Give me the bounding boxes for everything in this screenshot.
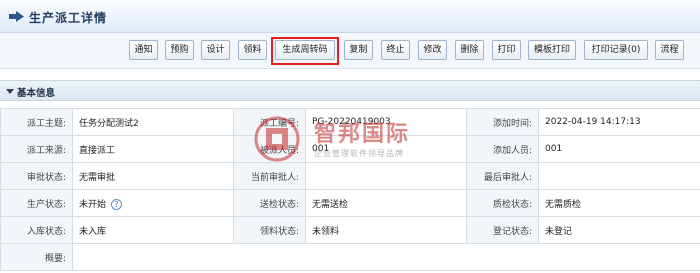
toolbar: 通知 预购 设计 领料 生成周转码 复制 终止 修改 删除 打印 模板打印 打印…	[0, 33, 700, 69]
section-title: 基本信息	[17, 88, 56, 99]
field-value: 未登记	[538, 216, 700, 244]
field-label: 添加人员:	[466, 135, 539, 163]
field-label: 当前审批人:	[233, 162, 306, 190]
notify-button[interactable]: 通知	[129, 40, 158, 60]
field-label: 派工编号:	[233, 108, 306, 136]
pick-material-button[interactable]: 领料	[238, 40, 267, 60]
table-row: 审批状态: 无需审批 当前审批人: 最后审批人:	[0, 162, 700, 190]
basic-info-table: 派工主题: 任务分配测试2 派工编号: PG-20220419003 添加时间:…	[0, 108, 700, 271]
terminate-button[interactable]: 终止	[381, 40, 410, 60]
field-value: 无需质检	[538, 189, 700, 217]
edit-button[interactable]: 修改	[418, 40, 447, 60]
field-label: 概要:	[0, 243, 73, 271]
print-button[interactable]: 打印	[492, 40, 521, 60]
field-value: 未领料	[305, 216, 467, 244]
arrow-right-icon	[9, 11, 24, 22]
print-record-button[interactable]: 打印记录(0)	[584, 40, 648, 60]
field-value	[72, 243, 700, 271]
template-print-button[interactable]: 模板打印	[528, 40, 576, 60]
field-label: 审批状态:	[0, 162, 73, 190]
field-value: 001	[305, 135, 467, 163]
field-value: 未开始	[79, 199, 107, 210]
table-row: 概要:	[0, 243, 700, 271]
field-label: 领料状态:	[233, 216, 306, 244]
table-row: 派工来源: 直接派工 被派人员: 001 添加人员: 001	[0, 135, 700, 163]
field-label: 登记状态:	[466, 216, 539, 244]
collapse-triangle-icon[interactable]	[6, 89, 14, 94]
field-value: 无需送检	[305, 189, 467, 217]
design-button[interactable]: 设计	[201, 40, 230, 60]
copy-button[interactable]: 复制	[344, 40, 373, 60]
delete-button[interactable]: 删除	[455, 40, 484, 60]
field-label: 添加时间:	[466, 108, 539, 136]
field-label: 送检状态:	[233, 189, 306, 217]
field-label: 生产状态:	[0, 189, 73, 217]
field-label: 派工来源:	[0, 135, 73, 163]
field-value: 无需审批	[72, 162, 234, 190]
field-value	[538, 162, 700, 190]
field-label: 质检状态:	[466, 189, 539, 217]
field-value: 直接派工	[72, 135, 234, 163]
table-row: 派工主题: 任务分配测试2 派工编号: PG-20220419003 添加时间:…	[0, 108, 700, 136]
production-status-cell: 未开始?	[72, 189, 234, 217]
field-value: 未入库	[72, 216, 234, 244]
field-value: 2022-04-19 14:17:13	[538, 108, 700, 136]
field-label: 派工主题:	[0, 108, 73, 136]
field-value: 任务分配测试2	[72, 108, 234, 136]
field-label: 被派人员:	[233, 135, 306, 163]
workflow-button[interactable]: 流程	[655, 40, 684, 60]
field-value	[305, 162, 467, 190]
page-title: 生产派工详情	[29, 11, 108, 25]
title-bar: 生产派工详情	[0, 0, 700, 33]
field-value: PG-20220419003	[305, 108, 467, 136]
field-label: 入库状态:	[0, 216, 73, 244]
field-value: 001	[538, 135, 700, 163]
section-header-basic-info[interactable]: 基本信息	[0, 80, 700, 101]
highlight-box	[271, 37, 339, 65]
field-label: 最后审批人:	[466, 162, 539, 190]
help-icon[interactable]: ?	[111, 198, 123, 210]
table-row: 生产状态: 未开始? 送检状态: 无需送检 质检状态: 无需质检	[0, 189, 700, 217]
pre-purchase-button[interactable]: 预购	[165, 40, 194, 60]
table-row: 入库状态: 未入库 领料状态: 未领料 登记状态: 未登记	[0, 216, 700, 244]
